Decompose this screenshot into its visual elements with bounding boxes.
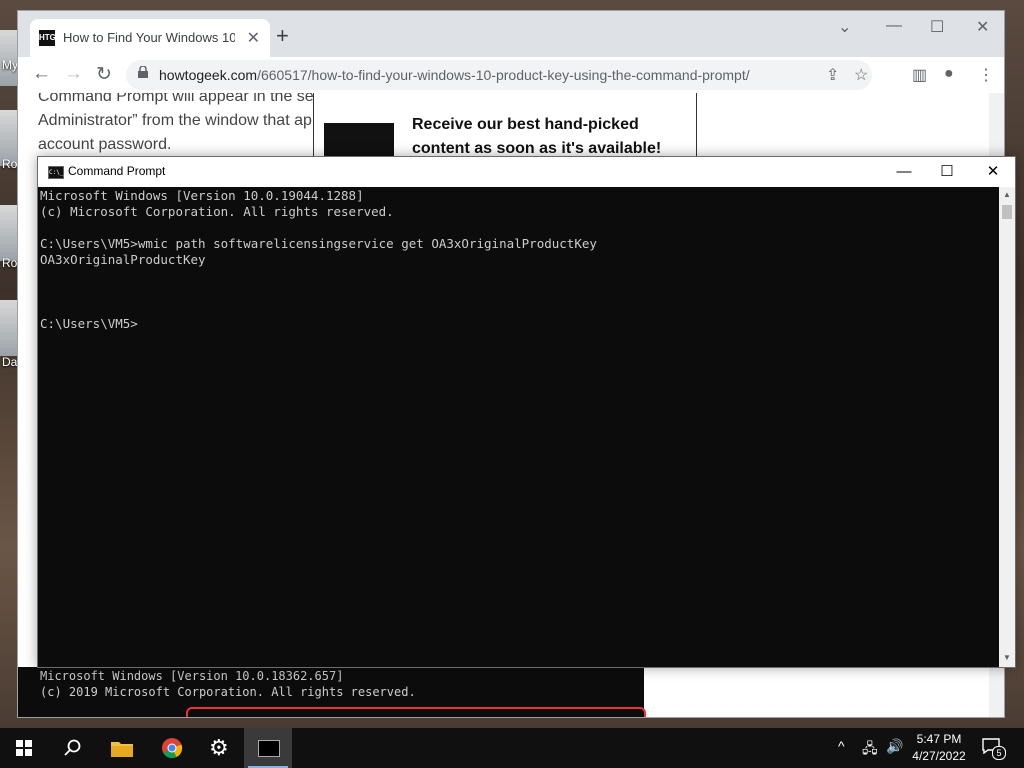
console-line: (c) Microsoft Corporation. All rights re… <box>40 204 394 219</box>
browser-tab[interactable]: HTG How to Find Your Windows 10 Pr ✕ <box>30 19 270 57</box>
desktop-label: My <box>2 58 18 72</box>
volume-icon[interactable]: 🔊 <box>886 738 903 755</box>
action-center-icon[interactable]: 5 <box>982 738 1006 760</box>
command-prompt-window: C:\_ Command Prompt — ☐ ✕ Microsoft Wind… <box>37 156 1016 668</box>
scroll-thumb[interactable] <box>1002 205 1012 219</box>
close-window-icon[interactable]: ✕ <box>976 17 989 37</box>
highlight-box <box>186 707 646 717</box>
system-clock[interactable]: 5:47 PM 4/27/2022 <box>906 731 972 765</box>
console-output[interactable]: Microsoft Windows [Version 10.0.19044.12… <box>38 187 999 667</box>
close-window-icon[interactable]: ✕ <box>970 161 1016 183</box>
command-prompt-taskbar-button[interactable] <box>244 728 292 768</box>
promo-text: Receive our best hand-picked content as … <box>412 116 662 157</box>
back-icon[interactable]: ← <box>32 63 51 85</box>
url-text: howtogeek.com/660517/how-to-find-your-wi… <box>159 67 750 83</box>
scroll-up-icon[interactable]: ▲ <box>1003 190 1011 199</box>
desktop-label: Ro <box>2 157 18 171</box>
article-line: Administrator” from the window that ap <box>38 112 312 129</box>
console-command-line: C:\Users\VM5>wmic path softwarelicensing… <box>40 236 597 251</box>
maximize-icon[interactable]: ☐ <box>924 161 970 183</box>
console-prompt[interactable]: C:\Users\VM5> <box>40 316 138 331</box>
console-line: Microsoft Windows [Version 10.0.19044.12… <box>40 188 364 203</box>
console-line: (c) 2019 Microsoft Corporation. All righ… <box>40 685 416 699</box>
window-title: Command Prompt <box>68 164 166 178</box>
profile-avatar-icon[interactable]: ● <box>944 65 954 83</box>
tab-search-chevron-icon[interactable]: ⌄ <box>838 17 851 37</box>
desktop-label: Ro <box>2 256 18 270</box>
console-line: Microsoft Windows [Version 10.0.18362.65… <box>40 669 344 683</box>
lock-icon <box>138 66 148 78</box>
article-line: Command Prompt will appear in the se <box>38 93 314 105</box>
show-hidden-icons-chevron-icon[interactable]: ^ <box>838 738 845 754</box>
article-text: Command Prompt will appear in the se Adm… <box>38 93 314 157</box>
article-line: account password. <box>38 136 172 153</box>
desktop-label: Da <box>2 355 18 369</box>
tab-title: How to Find Your Windows 10 Pr <box>63 30 235 45</box>
console-scrollbar[interactable]: ▲ ▼ <box>999 187 1015 667</box>
chrome-icon[interactable] <box>148 728 196 768</box>
htg-favicon-icon: HTG <box>39 30 56 46</box>
cmd-title-bar[interactable]: C:\_ Command Prompt — ☐ ✕ <box>38 157 1015 187</box>
file-explorer-icon[interactable] <box>98 728 146 768</box>
minimize-icon[interactable]: — <box>886 17 902 35</box>
command-prompt-icon <box>258 740 280 757</box>
network-icon[interactable]: 🖧 <box>862 738 878 762</box>
desktop-icon[interactable] <box>0 300 18 356</box>
more-menu-icon[interactable]: ⋮ <box>978 65 994 85</box>
tab-strip: HTG How to Find Your Windows 10 Pr ✕ + ⌄… <box>18 11 1004 57</box>
maximize-icon[interactable]: ☐ <box>930 17 944 37</box>
minimize-icon[interactable]: — <box>881 161 927 183</box>
gear-icon: ⚙ <box>209 735 229 760</box>
browser-toolbar: ← → ↻ howtogeek.com/660517/how-to-find-y… <box>18 57 1004 94</box>
share-icon[interactable]: ⇪ <box>826 65 839 85</box>
side-panel-icon[interactable]: ▥ <box>912 65 927 85</box>
windows-start-icon[interactable] <box>0 728 48 768</box>
address-bar[interactable]: howtogeek.com/660517/how-to-find-your-wi… <box>126 60 872 90</box>
settings-icon[interactable]: ⚙ <box>196 728 244 768</box>
notification-badge: 5 <box>992 746 1006 760</box>
reload-icon[interactable]: ↻ <box>96 63 112 86</box>
url-host: howtogeek.com <box>159 67 258 83</box>
tab-close-icon[interactable]: ✕ <box>247 28 260 48</box>
url-path: /660517/how-to-find-your-windows-10-prod… <box>257 67 750 83</box>
taskbar: ⚙ ^ 🖧 🔊 5:47 PM 4/27/2022 5 <box>0 728 1024 768</box>
console-line: OA3xOriginalProductKey <box>40 252 206 267</box>
bookmark-star-icon[interactable]: ☆ <box>854 65 868 85</box>
clock-date: 4/27/2022 <box>912 749 966 763</box>
command-prompt-icon: C:\_ <box>48 166 64 179</box>
desktop-icon[interactable] <box>0 205 18 261</box>
forward-icon[interactable]: → <box>64 63 83 85</box>
clock-time: 5:47 PM <box>916 732 962 746</box>
scroll-down-icon[interactable]: ▼ <box>1003 653 1011 662</box>
search-icon[interactable] <box>48 728 96 768</box>
new-tab-icon[interactable]: + <box>276 25 289 47</box>
